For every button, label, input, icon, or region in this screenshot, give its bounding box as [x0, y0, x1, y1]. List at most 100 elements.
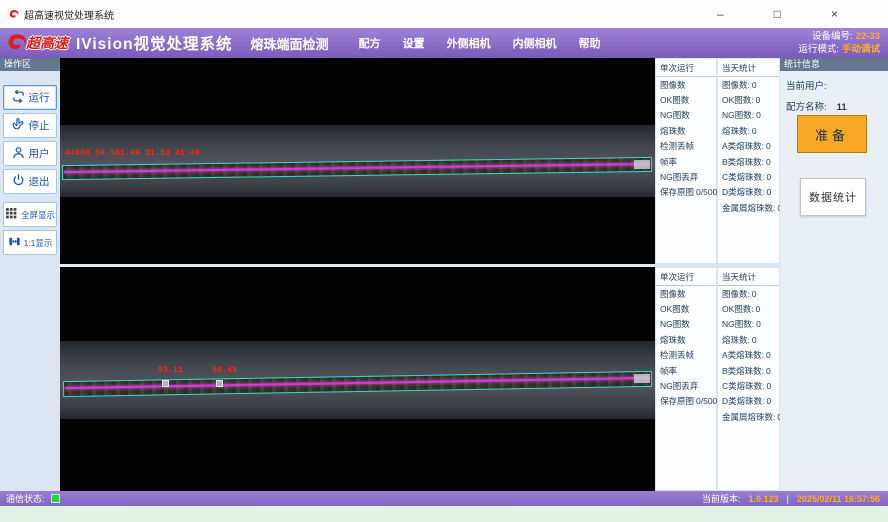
- exit-button[interactable]: 退出: [3, 169, 57, 194]
- sync-icon: [11, 89, 26, 107]
- maximize-button[interactable]: □: [774, 8, 781, 20]
- stat-value: 0: [752, 126, 757, 136]
- measurement-annotation: 44X60.59.5X1.49 31.53 41.49: [65, 149, 200, 158]
- menu-bar: 配方 设置 外侧相机 内侧相机 帮助: [359, 35, 601, 51]
- menu-item[interactable]: 内侧相机: [513, 35, 557, 51]
- sidebar: 操作区 运行 停止 用户 退出: [0, 58, 60, 491]
- stat-row: C类熔珠数:0: [718, 169, 779, 184]
- stat-label: 帧率: [660, 156, 677, 168]
- stat-label: 金属屑熔珠数:: [722, 202, 775, 214]
- single-run-title: 单次运行: [656, 59, 716, 77]
- status-bar: 通信状态: 当前版本: 1.0.123 | 2025/02/11 16:57:5…: [0, 491, 888, 506]
- stat-row: 金属屑熔珠数:0: [718, 200, 779, 215]
- menu-item[interactable]: 设置: [403, 35, 425, 51]
- app-header: 超高速 IVision视觉处理系统 熔珠端面检测 配方设置外侧相机内侧相机帮助 …: [0, 28, 888, 58]
- stat-row: B类熔珠数:0: [718, 363, 779, 378]
- fullscreen-button[interactable]: 全屏显示: [3, 202, 57, 227]
- data-statistics-button[interactable]: 数据统计: [800, 178, 866, 216]
- stat-value: 0: [766, 366, 771, 376]
- stat-label: NG图数: [660, 318, 690, 330]
- minimize-button[interactable]: –: [717, 8, 724, 20]
- stat-row: D类熔珠数:0: [718, 185, 779, 200]
- current-user-row: 当前用户:: [786, 78, 888, 92]
- app-subtitle: 熔珠端面检测: [251, 34, 329, 53]
- stat-label: NG图丢弃: [660, 380, 698, 392]
- stat-value: 0/500: [696, 396, 717, 406]
- stat-label: 熔珠数: [660, 125, 686, 137]
- stat-row: NG图数:0: [718, 317, 779, 332]
- run-mode-row: 运行模式:手动调试: [798, 43, 880, 56]
- user-button-label: 用户: [29, 146, 50, 161]
- info-panel-title: 统计信息: [780, 58, 888, 71]
- stat-value: 0: [752, 289, 757, 299]
- stat-value: 0: [767, 187, 772, 197]
- main-area: 操作区 运行 停止 用户 退出: [0, 58, 888, 491]
- menu-item[interactable]: 配方: [359, 35, 381, 51]
- fullscreen-button-label: 全屏显示: [21, 209, 55, 221]
- fullscreen-grid-icon: [5, 207, 18, 222]
- menu-item[interactable]: 帮助: [579, 35, 601, 51]
- stat-value: 0: [752, 80, 757, 90]
- camera-view-inner[interactable]: 53.11 56.43: [60, 267, 655, 491]
- stop-button-label: 停止: [29, 118, 50, 133]
- stat-row: NG图数:0: [718, 108, 779, 123]
- camera-view-outer[interactable]: 44X60.59.5X1.49 31.53 41.49: [60, 58, 655, 264]
- power-icon: [11, 173, 26, 191]
- stat-value: 0: [756, 319, 761, 329]
- stat-label: 保存原图: [660, 186, 694, 198]
- one-to-one-button[interactable]: 1:1显示: [3, 230, 57, 255]
- user-button[interactable]: 用户: [3, 141, 57, 166]
- app-icon: [8, 9, 19, 20]
- stat-value: 0: [767, 396, 772, 406]
- centerline-overlay: [64, 163, 650, 173]
- window-title: 超高速视觉处理系统: [24, 7, 114, 22]
- stat-row: 检测丢帧: [656, 139, 716, 154]
- stat-value: 0: [767, 172, 772, 182]
- run-button-label: 运行: [29, 90, 50, 105]
- stat-row: NG图数: [656, 317, 716, 332]
- daily-stats-column: 当天统计 图像数:0OK图数:0NG图数:0熔珠数:0A类熔珠数:0B类熔珠数:…: [718, 268, 779, 490]
- stat-row: OK图数: [656, 301, 716, 316]
- stat-row: 保存原图0/500: [656, 185, 716, 200]
- stat-label: 检测丢帧: [660, 349, 694, 361]
- separator: |: [787, 494, 789, 504]
- daily-stats-column: 当天统计 图像数:0OK图数:0NG图数:0熔珠数:0A类熔珠数:0B类熔珠数:…: [718, 59, 779, 263]
- stat-label: OK图数:: [722, 94, 754, 106]
- stat-row: 保存原图0/500: [656, 394, 716, 409]
- close-button[interactable]: ×: [831, 8, 838, 20]
- stop-button[interactable]: 停止: [3, 113, 57, 138]
- comm-status-label: 通信状态:: [6, 492, 45, 505]
- stat-label: 熔珠数:: [722, 334, 750, 346]
- recipe-row: 配方名称:11: [786, 99, 888, 113]
- measurement-annotation: 53.11: [158, 366, 183, 375]
- stats-section-outer: 单次运行 图像数OK图数NG图数熔珠数检测丢帧帧率NG图丢弃保存原图0/500 …: [655, 58, 780, 264]
- daily-stats-title: 当天统计: [718, 268, 779, 286]
- stat-row: 图像数:0: [718, 286, 779, 301]
- stat-label: 检测丢帧: [660, 140, 694, 152]
- prepare-button[interactable]: 准备: [797, 115, 867, 153]
- stat-label: 金属屑熔珠数:: [722, 411, 775, 423]
- stat-label: B类熔珠数:: [722, 365, 764, 377]
- sidebar-title: 操作区: [0, 58, 60, 71]
- stat-row: 金属屑熔珠数:0: [718, 409, 779, 424]
- stat-label: 图像数:: [722, 288, 750, 300]
- menu-item[interactable]: 外侧相机: [447, 35, 491, 51]
- defect-marker: [216, 380, 223, 387]
- stat-label: OK图数:: [722, 303, 754, 315]
- stat-row: NG图丢弃: [656, 169, 716, 184]
- run-mode-value: 手动调试: [842, 44, 880, 55]
- stat-row: 图像数:0: [718, 77, 779, 92]
- user-icon: [11, 145, 26, 163]
- stat-label: OK图数: [660, 94, 689, 106]
- stat-value: 0: [766, 350, 771, 360]
- single-run-column: 单次运行 图像数OK图数NG图数熔珠数检测丢帧帧率NG图丢弃保存原图0/500: [656, 59, 716, 263]
- stat-label: A类熔珠数:: [722, 140, 764, 152]
- stat-row: C类熔珠数:0: [718, 378, 779, 393]
- stat-row: OK图数:0: [718, 92, 779, 107]
- stat-label: NG图丢弃: [660, 171, 698, 183]
- stat-row: 图像数: [656, 77, 716, 92]
- stat-label: NG图数:: [722, 318, 754, 330]
- one-to-one-button-label: 1:1显示: [24, 237, 53, 249]
- run-button[interactable]: 运行: [3, 85, 57, 110]
- stat-label: C类熔珠数:: [722, 171, 765, 183]
